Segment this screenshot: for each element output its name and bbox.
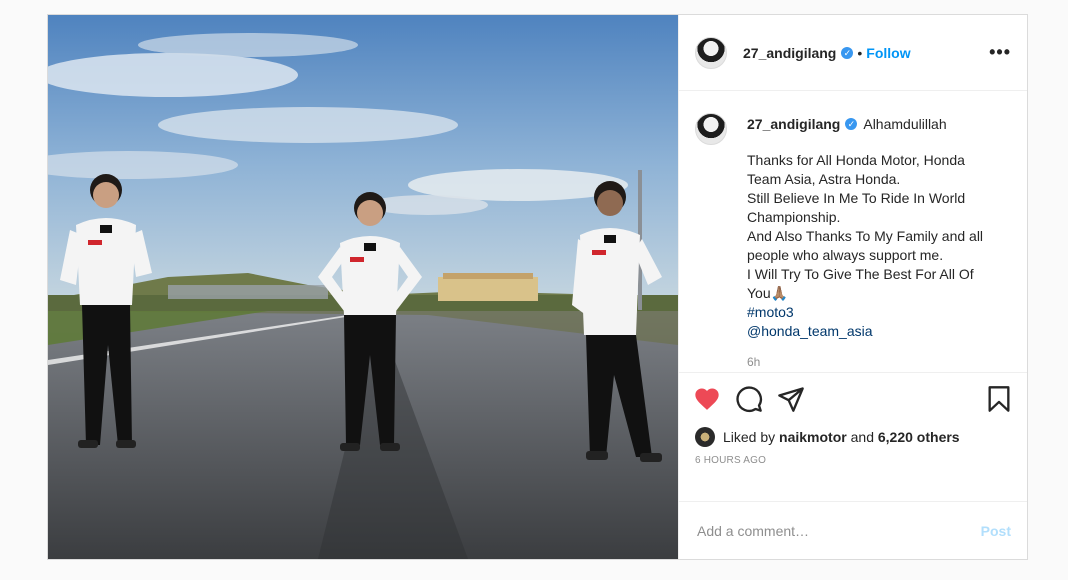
caption-line: I Will Try To Give The Best For All Of xyxy=(747,266,974,282)
comment-icon[interactable] xyxy=(735,385,763,413)
bookmark-icon[interactable] xyxy=(985,385,1013,413)
caption-section: 27_andigilang ✓ Alhamdulillah Thanks for… xyxy=(679,91,1027,373)
likes-row: Liked by naikmotor and 6,220 others xyxy=(679,425,1027,449)
caption-line: You🙏🏽 xyxy=(747,285,789,301)
post-header: 27_andigilang ✓ • Follow ••• xyxy=(679,15,1027,91)
username[interactable]: 27_andigilang xyxy=(743,45,836,61)
comment-bar: Post xyxy=(679,501,1027,559)
caption-timestamp[interactable]: 6h xyxy=(747,353,1009,372)
post-photo[interactable] xyxy=(48,15,678,559)
post-sidebar: 27_andigilang ✓ • Follow ••• 27_andigila… xyxy=(678,15,1027,559)
caption-line: Thanks for All Honda Motor, Honda xyxy=(747,152,965,168)
liker-avatar[interactable] xyxy=(695,427,715,447)
caption-body: Thanks for All Honda Motor, Honda Team A… xyxy=(747,151,1009,341)
mention-link[interactable]: @honda_team_asia xyxy=(747,322,1009,341)
caption-avatar[interactable] xyxy=(695,113,727,145)
separator-dot: • xyxy=(857,44,863,61)
post-age[interactable]: 6 HOURS AGO xyxy=(679,455,1027,466)
liker-username[interactable]: naikmotor xyxy=(779,429,847,445)
share-icon[interactable] xyxy=(777,385,805,413)
caption-first-line: Alhamdulillah xyxy=(863,115,947,132)
track-photo-illustration xyxy=(48,15,678,559)
verified-badge-icon: ✓ xyxy=(845,118,858,130)
caption-username[interactable]: 27_andigilang xyxy=(747,115,840,134)
likes-and: and xyxy=(850,429,874,445)
more-options-icon[interactable]: ••• xyxy=(989,42,1011,63)
caption-line: Still Believe In Me To Ride In World xyxy=(747,190,966,206)
likes-prefix: Liked by xyxy=(723,429,776,445)
follow-button[interactable]: Follow xyxy=(866,45,910,61)
post-comment-button[interactable]: Post xyxy=(981,523,1011,539)
caption-line: people who always support me. xyxy=(747,247,944,263)
caption-line: Team Asia, Astra Honda. xyxy=(747,171,901,187)
caption-line: And Also Thanks To My Family and all xyxy=(747,228,984,244)
instagram-post: 27_andigilang ✓ • Follow ••• 27_andigila… xyxy=(47,14,1028,560)
hashtag-link[interactable]: #moto3 xyxy=(747,303,1009,322)
likes-others[interactable]: 6,220 others xyxy=(878,429,960,445)
heart-icon[interactable] xyxy=(693,385,721,413)
avatar[interactable] xyxy=(695,36,727,69)
action-bar xyxy=(679,373,1027,425)
comment-input[interactable] xyxy=(695,521,981,540)
verified-badge-icon: ✓ xyxy=(841,46,854,59)
caption-line: Championship. xyxy=(747,209,841,225)
